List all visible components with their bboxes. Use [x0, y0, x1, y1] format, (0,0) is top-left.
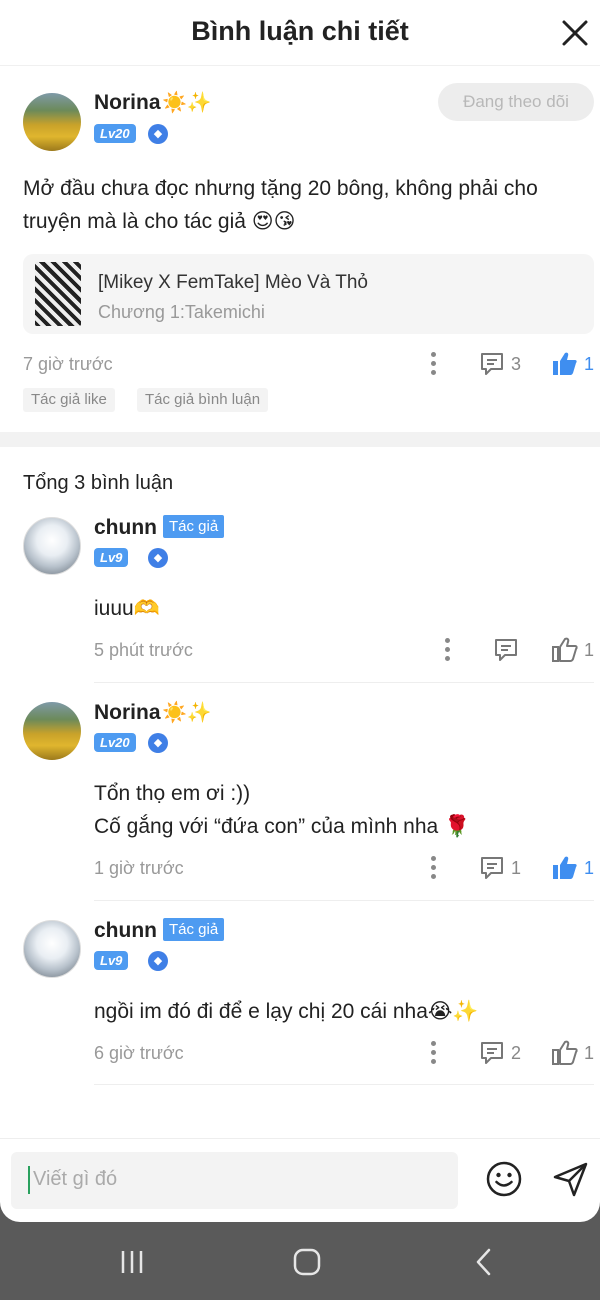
- section-divider: [0, 432, 600, 447]
- like-icon[interactable]: [551, 350, 578, 382]
- comment-input-placeholder: Viết gì đó: [33, 1168, 118, 1190]
- comment-icon[interactable]: [493, 637, 519, 668]
- reply-count: 1: [511, 858, 522, 878]
- level-badge: Lv20: [94, 733, 136, 752]
- shield-icon: ◆: [148, 951, 168, 971]
- story-title: [Mikey X FemTake] Mèo Và Thỏ: [98, 272, 368, 293]
- like-count: 1: [584, 1043, 595, 1063]
- shield-icon: ◆: [148, 733, 168, 753]
- like-icon[interactable]: [551, 636, 578, 668]
- send-icon[interactable]: [552, 1160, 590, 1203]
- divider: [94, 682, 594, 683]
- composer-divider: [0, 1138, 600, 1139]
- more-icon[interactable]: [428, 352, 438, 376]
- username[interactable]: Norina: [94, 91, 161, 115]
- comment-icon[interactable]: [479, 1040, 505, 1071]
- text-caret: [28, 1166, 30, 1194]
- story-thumbnail: [35, 262, 81, 326]
- emoji-icon[interactable]: [485, 1160, 523, 1203]
- level-badge: Lv20: [94, 124, 136, 143]
- username[interactable]: Norina: [94, 701, 161, 725]
- comment-input[interactable]: Viết gì đó: [11, 1152, 458, 1209]
- comment-icon[interactable]: [479, 351, 505, 382]
- reply-count: 2: [511, 1043, 522, 1063]
- avatar[interactable]: [23, 702, 81, 760]
- divider: [94, 1084, 594, 1085]
- timestamp: 1 giờ trước: [94, 858, 184, 878]
- tag-author-like: Tác giả like: [23, 388, 115, 412]
- follow-button[interactable]: Đang theo dõi: [438, 83, 594, 121]
- recent-apps-icon[interactable]: [118, 1248, 146, 1281]
- comment-detail-sheet: Bình luận chi tiết Norina ☀️✨ Lv20 ◆ Đan…: [0, 0, 600, 1222]
- more-icon[interactable]: [428, 1041, 438, 1065]
- author-badge: Tác giả: [163, 515, 225, 538]
- more-icon[interactable]: [428, 856, 438, 880]
- like-icon[interactable]: [551, 854, 578, 886]
- comment-icon[interactable]: [479, 855, 505, 886]
- level-badge: Lv9: [94, 951, 129, 970]
- comment-text-line: truyện mà là cho tác giả 😍😘: [23, 210, 296, 233]
- username[interactable]: chunn: [94, 919, 157, 943]
- avatar[interactable]: [23, 920, 81, 978]
- home-icon[interactable]: [292, 1247, 322, 1282]
- more-icon[interactable]: [442, 638, 452, 662]
- close-icon[interactable]: [558, 16, 592, 50]
- level-badge: Lv9: [94, 548, 129, 567]
- story-card[interactable]: [Mikey X FemTake] Mèo Và Thỏ Chương 1:Ta…: [23, 254, 594, 334]
- replies-count-heading: Tổng 3 bình luận: [23, 472, 174, 494]
- timestamp: 7 giờ trước: [23, 354, 113, 374]
- like-count: 1: [584, 858, 595, 878]
- author-badge: Tác giả: [163, 918, 225, 941]
- tag-author-comment: Tác giả bình luận: [137, 388, 269, 412]
- comment-text-line: Mở đầu chưa đọc nhưng tặng 20 bông, khôn…: [23, 177, 538, 200]
- back-icon[interactable]: [470, 1248, 498, 1281]
- header: Bình luận chi tiết: [0, 0, 600, 66]
- reply-text: iuuu🫶: [94, 597, 160, 620]
- reply-text-line: Cố gắng với “đứa con” của mình nha 🌹: [94, 815, 471, 838]
- divider: [94, 900, 594, 901]
- reply-text: ngồi im đó đi để e lạy chị 20 cái nha😭✨: [94, 1000, 479, 1023]
- username-emoji: ☀️✨: [162, 702, 212, 724]
- like-icon[interactable]: [551, 1039, 578, 1071]
- shield-icon: ◆: [148, 124, 168, 144]
- reply-text-line: Tổn thọ em ơi :)): [94, 782, 251, 805]
- shield-icon: ◆: [148, 548, 168, 568]
- like-count: 1: [584, 354, 595, 374]
- username[interactable]: chunn: [94, 516, 157, 540]
- like-count: 1: [584, 640, 595, 660]
- avatar[interactable]: [23, 93, 81, 151]
- reply-count: 3: [511, 354, 522, 374]
- avatar[interactable]: [23, 517, 81, 575]
- username-emoji: ☀️✨: [162, 92, 212, 114]
- timestamp: 6 giờ trước: [94, 1043, 184, 1063]
- page-title: Bình luận chi tiết: [191, 16, 409, 46]
- story-chapter: Chương 1:Takemichi: [98, 302, 265, 322]
- timestamp: 5 phút trước: [94, 640, 193, 660]
